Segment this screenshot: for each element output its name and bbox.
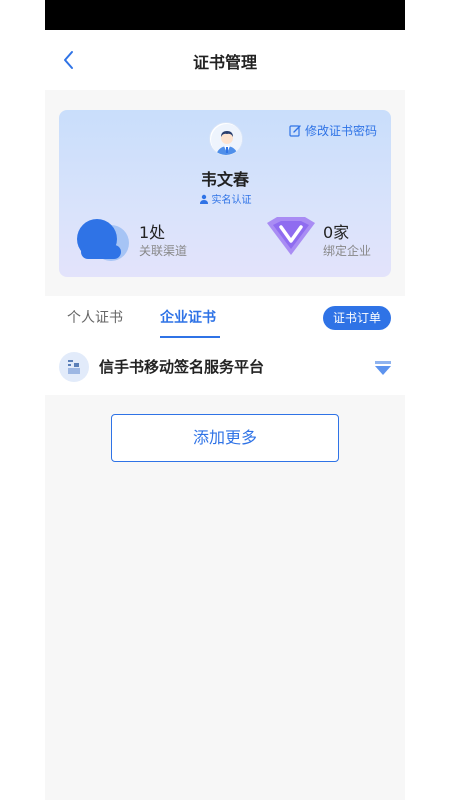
tab-enterprise-certificate[interactable]: 企业证书 <box>160 307 216 327</box>
active-tab-indicator <box>160 336 220 338</box>
bound-enterprises-stat[interactable]: 0家 绑定企业 <box>267 215 387 265</box>
dropdown-triangle-icon[interactable] <box>375 361 391 375</box>
certificate-order-button[interactable]: 证书订单 <box>322 306 391 330</box>
user-avatar-icon <box>211 124 242 155</box>
certificate-tabs: 个人证书 企业证书 证书订单 <box>45 296 405 340</box>
verified-label: 实名认证 <box>211 195 252 206</box>
enterprises-count: 0家 <box>323 223 350 242</box>
tab-personal-certificate[interactable]: 个人证书 <box>67 307 123 327</box>
edit-certificate-password-link[interactable]: 修改证书密码 <box>289 122 377 139</box>
page-title: 证书管理 <box>192 53 257 72</box>
add-more-button[interactable]: 添加更多 <box>111 414 339 462</box>
status-bar <box>45 0 405 30</box>
channels-label: 关联渠道 <box>139 244 188 258</box>
verification-badge: 实名认证 <box>59 191 391 206</box>
enterprises-label: 绑定企业 <box>323 244 372 258</box>
navigation-bar: 证书管理 <box>45 30 405 90</box>
v-badge-icon <box>267 217 315 255</box>
avatar[interactable] <box>209 122 243 156</box>
platform-name: 信手书移动签名服务平台 <box>99 358 265 376</box>
cloud-icon <box>77 219 129 261</box>
verified-user-icon <box>199 194 208 204</box>
edit-password-label: 修改证书密码 <box>304 124 377 138</box>
edit-icon <box>289 125 301 137</box>
platform-logo-icon <box>59 352 89 382</box>
platform-list-item[interactable]: 信手书移动签名服务平台 <box>45 340 405 395</box>
certificate-summary-card: 修改证书密码 韦文春 实名认证 1处 关联渠道 0家 绑定企业 <box>59 110 391 277</box>
channels-count: 1处 <box>139 223 166 242</box>
phone-screen: 证书管理 修改证书密码 韦文春 实名认证 1处 关联渠道 0家 绑定企业 个人证… <box>45 0 405 800</box>
linked-channels-stat[interactable]: 1处 关联渠道 <box>75 215 225 265</box>
user-name: 韦文春 <box>200 170 249 189</box>
